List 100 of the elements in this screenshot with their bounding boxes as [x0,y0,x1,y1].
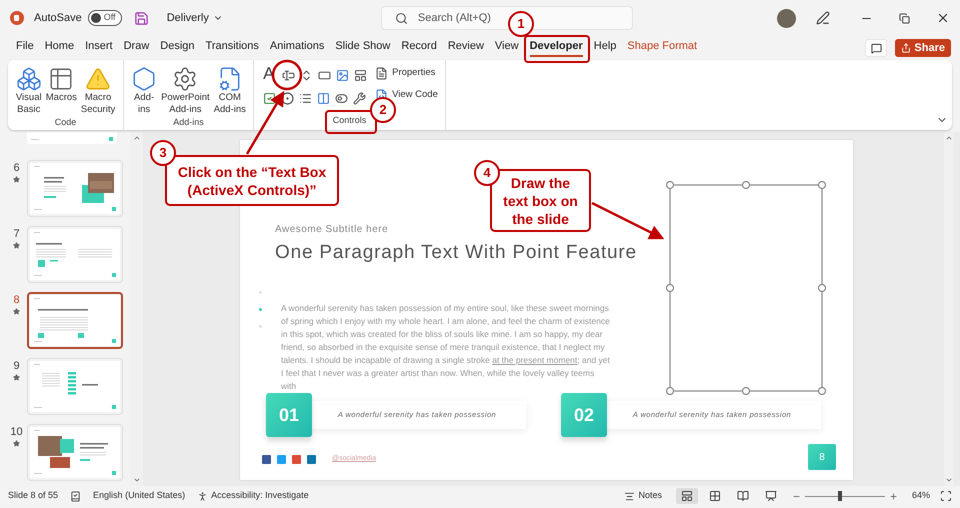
wrench-icon[interactable] [353,92,366,105]
ribbon-button[interactable]: Macro Security [80,64,116,116]
transition-star-icon [13,308,20,315]
transition-star-icon [13,374,20,381]
slide-title: One Paragraph Text With Point Feature [275,241,637,265]
book-icon [736,490,749,502]
text-box-control-icon[interactable] [282,69,296,82]
close-icon[interactable] [936,11,950,25]
macros-icon [48,66,74,92]
ribbon-tab[interactable]: Slide Show [335,39,390,57]
highlight-circle [272,60,302,90]
point-number-card: 02 [561,393,607,437]
google-plus-icon[interactable] [292,454,301,464]
ribbon-tab[interactable]: Developer [530,39,583,57]
slide-number: 10 [10,426,23,438]
properties-icon [375,66,388,80]
pen-icon[interactable] [816,11,830,25]
linkedin-icon[interactable] [307,454,316,464]
ribbon-tab[interactable]: Shape Format [627,39,698,57]
search-icon [394,12,408,25]
warning-icon [85,66,112,92]
point-number-card: 01 [266,393,312,437]
accessibility-status[interactable]: Accessibility: Investigate [211,489,309,503]
ribbon-button[interactable]: Visual Basic [14,64,43,116]
ribbon-tab[interactable]: Record [401,39,437,57]
group-label: Controls [332,114,366,126]
page-number-badge: 8 [808,444,836,470]
ribbon-tab[interactable]: Transitions [206,39,259,57]
toggle-button-icon[interactable] [335,92,348,105]
slide-number: 7 [13,228,20,240]
ribbon-tab[interactable]: View [494,39,519,57]
facebook-icon[interactable] [262,454,271,464]
file-name-menu[interactable]: Deliverly [166,10,223,26]
group-label: Code [54,116,76,129]
ribbon-button[interactable]: COM Add-ins [212,64,247,116]
ribbon-tab[interactable]: Insert [85,39,113,57]
slide-number: 9 [13,360,20,372]
canvas-scrollbar[interactable] [944,132,954,486]
hexagon-icon [131,66,158,92]
scroll-up-icon[interactable] [945,134,953,142]
zoom-slider[interactable] [804,491,885,501]
ribbon-tab[interactable]: File [16,39,34,57]
transition-star-icon [13,242,20,249]
comments-button[interactable] [865,39,888,57]
save-icon[interactable] [134,10,149,26]
option-button-icon[interactable] [281,92,294,105]
ribbon-tab[interactable]: Home [44,39,74,57]
callout-text: Draw the text box on the slide [490,169,591,232]
view-button[interactable] [676,488,698,504]
ribbon-button[interactable]: Macros [44,64,78,116]
transition-star-icon [13,440,20,447]
visual-basic-icon [16,66,42,92]
autosave-label: AutoSave [34,10,82,26]
presentation-icon [764,490,777,502]
slide-paragraph: A wonderful serenity has taken possession of my entire soul, like these sweet mornings of spring which I enjoy with my whole heart. I am alone, and feel the charm of existence in this spot, which was created for the bliss of souls like mine. I am so happy, my dear friend, so absorbed in the exquisite sense of mere tranquil existence, that I neglect my talents. I should be incapable of drawing a single stroke at the present moment; and yet I feel that I never was a greater artist than now. When, while the lovely valley teems with [281,302,611,393]
slide-counter: Slide 8 of 55 [8,489,58,502]
ribbon-tab[interactable]: Draw [124,39,150,57]
accessibility-icon[interactable] [197,490,208,502]
ribbon-tab[interactable]: Design [160,39,195,57]
normal-view-icon [680,490,693,502]
avatar[interactable] [777,8,796,28]
language-status[interactable]: English (United States) [93,489,186,503]
command-button-icon[interactable] [318,69,332,82]
grid-icon [708,490,721,502]
zoom-percent[interactable]: 64% [912,489,930,503]
notes-button[interactable]: Notes [624,489,662,503]
autosave-toggle[interactable]: Off [88,10,122,26]
notes-icon [624,490,636,502]
gear-icon [172,66,198,92]
restore-icon[interactable] [899,12,910,24]
highlight-frame [524,35,590,63]
image-icon[interactable] [336,69,350,82]
combo-box-icon[interactable] [317,92,330,105]
selection-frame[interactable] [666,181,826,395]
ribbon-button[interactable]: Add- ins [130,64,158,116]
share-button[interactable]: Share [895,39,951,57]
checkbox-icon[interactable] [263,92,276,105]
ribbon-button[interactable]: Properties [375,66,438,80]
scroll-bar-icon[interactable] [354,69,368,82]
scroll-down-icon[interactable] [132,476,140,484]
zoom-in-icon[interactable] [888,492,898,500]
fit-slide-icon[interactable] [940,490,952,502]
slide-number: 8 [13,294,20,306]
twitter-icon[interactable] [277,454,286,464]
spelling-icon[interactable] [70,490,82,502]
ribbon-tab[interactable]: Animations [270,39,324,57]
scroll-up-icon[interactable] [132,134,140,142]
ribbon-tab[interactable]: Review [448,39,484,57]
arrow [246,90,284,155]
slide-subtitle: Awesome Subtitle here [275,223,388,237]
app-logo-icon [10,11,24,25]
transition-star-icon [13,176,20,183]
list-box-icon[interactable] [299,92,312,105]
ribbon-button[interactable]: PowerPoint Add-ins [160,64,211,116]
comment-icon [870,42,882,54]
ribbon-tab[interactable]: Help [594,39,616,57]
zoom-thumb[interactable] [838,491,842,501]
scroll-down-icon[interactable] [945,476,953,484]
group-label: Add-ins [173,116,204,129]
share-icon [901,43,912,53]
